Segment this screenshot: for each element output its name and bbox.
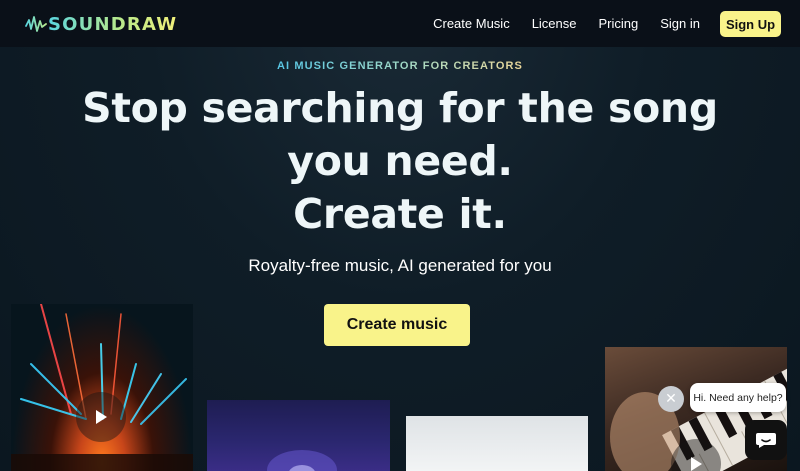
chat-launcher-button[interactable]: [745, 420, 787, 460]
play-icon: [96, 410, 107, 424]
waveform-logo-icon: [25, 16, 47, 32]
purple-video-card[interactable]: [207, 400, 390, 471]
concert-lights-image: [11, 304, 193, 471]
soundraw-logo[interactable]: SOUNDRAW: [25, 12, 177, 36]
headline-line-1: Stop searching for the song you need.: [82, 84, 718, 185]
nav-sign-in[interactable]: Sign in: [660, 16, 700, 31]
nav-pricing[interactable]: Pricing: [599, 16, 639, 31]
chat-close-button[interactable]: ✕: [658, 386, 684, 412]
light-video-card[interactable]: [406, 416, 588, 471]
headline-line-2: Create it.: [293, 190, 507, 238]
hero-eyebrow: AI MUSIC GENERATOR FOR CREATORS: [0, 60, 800, 72]
nav-links: Create Music License Pricing Sign in: [433, 0, 700, 47]
hero-subheading: Royalty-free music, AI generated for you: [248, 256, 552, 275]
nav-create-music[interactable]: Create Music: [433, 16, 510, 31]
chat-help-bubble[interactable]: Hi. Need any help?: [690, 383, 786, 412]
brand-name: SOUNDRAW: [48, 13, 178, 35]
purple-glow-image: [267, 450, 337, 471]
play-icon: [691, 457, 702, 471]
concert-video-card[interactable]: [11, 304, 193, 471]
sign-up-button[interactable]: Sign Up: [720, 11, 781, 37]
top-navbar: SOUNDRAW Create Music License Pricing Si…: [0, 0, 800, 47]
hero-eyebrow-text: AI MUSIC GENERATOR FOR CREATORS: [277, 60, 523, 72]
chat-icon: [756, 433, 776, 448]
create-music-button[interactable]: Create music: [324, 304, 470, 346]
hero-headline: Stop searching for the song you need. Cr…: [40, 82, 760, 241]
nav-license[interactable]: License: [532, 16, 577, 31]
play-button[interactable]: [76, 392, 126, 442]
